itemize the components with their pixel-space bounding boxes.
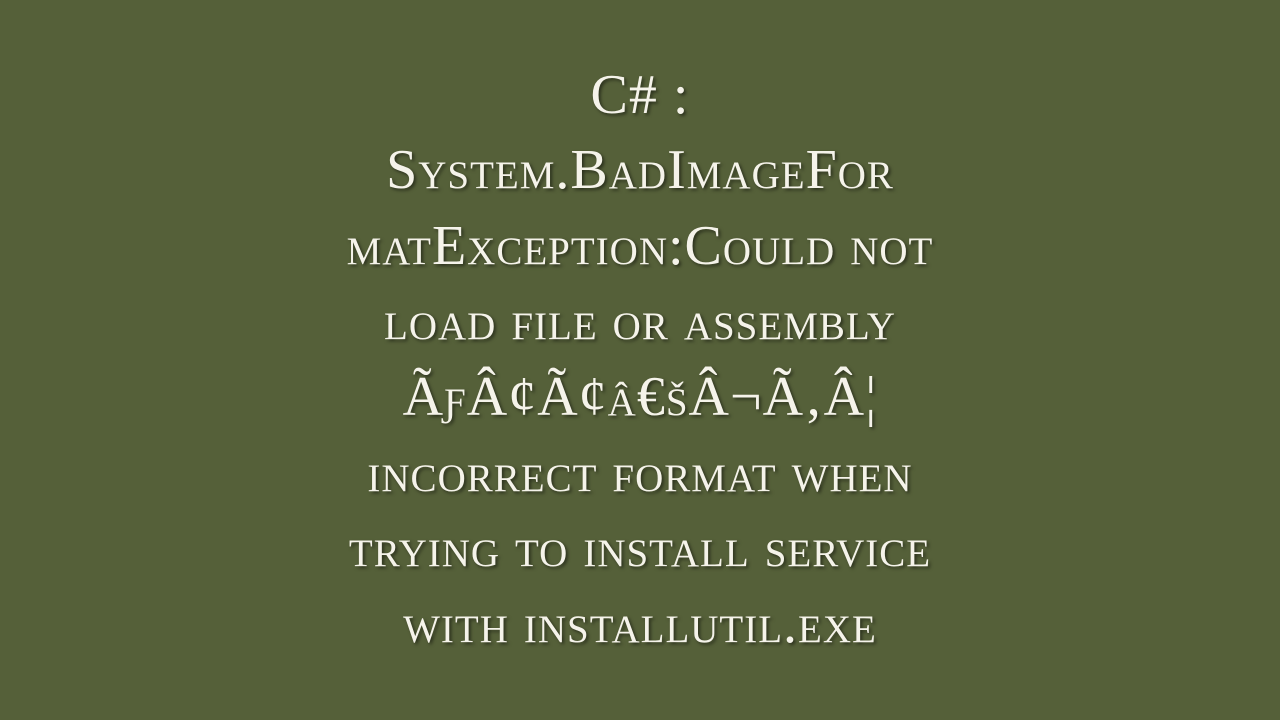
title-line-5: ÃƒÂ¢Ã¢â€šÂ¬Ã‚Â¦ (70, 360, 1210, 436)
title-line-1: C# : (70, 58, 1210, 134)
title-line-2: System.BadImageFor (70, 133, 1210, 209)
title-line-7: trying to install service (70, 511, 1210, 587)
title-line-3: matException:Could not (70, 209, 1210, 285)
title-line-4: load file or assembly (70, 284, 1210, 360)
title-line-6: incorrect format when (70, 436, 1210, 512)
title-card: C# : System.BadImageFor matException:Cou… (0, 58, 1280, 663)
title-line-8: with installutil.exe (70, 587, 1210, 663)
